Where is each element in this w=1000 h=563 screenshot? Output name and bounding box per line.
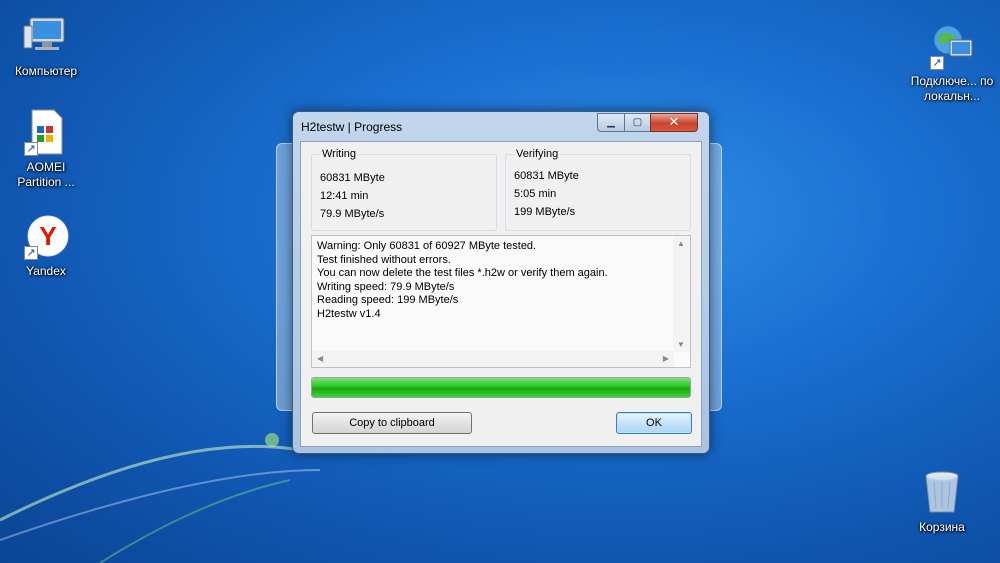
writing-heading: Writing — [321, 148, 358, 160]
writing-group: Writing 60831 MByte 12:41 min 79.9 MByte… — [311, 148, 497, 231]
log-text: Warning: Only 60831 of 60927 MByte teste… — [317, 240, 667, 321]
log-line: You can now delete the test files *.h2w … — [317, 267, 608, 279]
minimize-button[interactable]: ▁ — [597, 113, 625, 132]
verifying-heading: Verifying — [515, 148, 560, 160]
log-textbox[interactable]: Warning: Only 60831 of 60927 MByte teste… — [311, 235, 691, 368]
shortcut-arrow-icon: ↗ — [24, 142, 38, 156]
writing-time: 12:41 min — [320, 190, 369, 202]
scroll-down-icon[interactable]: ▼ — [677, 340, 685, 349]
desktop-icon-network[interactable]: ↗ Подключе... по локальн... — [906, 22, 998, 104]
network-connection-icon: ↗ — [928, 22, 976, 70]
scroll-left-icon[interactable]: ◀ — [317, 354, 323, 363]
desktop-icon-label: Корзина — [919, 520, 965, 534]
log-line: Warning: Only 60831 of 60927 MByte teste… — [317, 240, 537, 252]
dialog-client-area: Writing 60831 MByte 12:41 min 79.9 MByte… — [300, 141, 702, 447]
computer-icon — [22, 12, 70, 60]
svg-text:Y: Y — [39, 221, 56, 251]
verifying-size: 60831 MByte — [514, 170, 579, 182]
desktop-icon-aomei[interactable]: ↗ AOMEI Partition ... — [0, 108, 92, 190]
desktop-icon-label: Подключе... по локальн... — [910, 74, 994, 103]
shortcut-arrow-icon: ↗ — [24, 246, 38, 260]
desktop-icon-yandex[interactable]: Y ↗ Yandex — [0, 212, 92, 279]
horizontal-scrollbar[interactable]: ◀ ▶ — [312, 351, 674, 367]
desktop-icon-computer[interactable]: Компьютер — [0, 12, 92, 79]
verifying-group: Verifying 60831 MByte 5:05 min 199 MByte… — [505, 148, 691, 231]
progress-bar-fill — [312, 378, 690, 397]
h2testw-progress-dialog: H2testw | Progress ▁ ▢ ✕ Writing 60831 M… — [292, 111, 710, 454]
close-button[interactable]: ✕ — [650, 113, 698, 132]
desktop-icon-label: Компьютер — [14, 64, 78, 78]
desktop-icon-recycle-bin[interactable]: Корзина — [896, 468, 988, 535]
writing-speed: 79.9 MByte/s — [320, 208, 385, 220]
progress-bar — [311, 377, 691, 398]
maximize-button[interactable]: ▢ — [624, 113, 651, 132]
verifying-speed: 199 MByte/s — [514, 206, 576, 218]
window-title: H2testw | Progress — [301, 120, 403, 134]
log-line: Test finished without errors. — [317, 253, 451, 266]
recycle-bin-icon — [918, 468, 966, 516]
writing-size: 60831 MByte — [320, 172, 385, 184]
shortcut-arrow-icon: ↗ — [930, 56, 944, 70]
vertical-scrollbar[interactable]: ▲ ▼ — [673, 236, 690, 352]
log-line: Reading speed: 199 MByte/s — [317, 294, 459, 306]
verifying-time: 5:05 min — [514, 188, 557, 200]
ok-button[interactable]: OK — [616, 412, 692, 434]
scroll-up-icon[interactable]: ▲ — [677, 239, 685, 248]
log-line: Writing speed: 79.9 MByte/s — [317, 280, 455, 293]
desktop-icon-label: AOMEI Partition ... — [17, 160, 75, 189]
desktop-icon-label: Yandex — [26, 264, 66, 278]
scroll-right-icon[interactable]: ▶ — [663, 354, 669, 363]
yandex-browser-icon: Y ↗ — [22, 212, 70, 260]
log-line: H2testw v1.4 — [317, 307, 381, 320]
desktop: Компьютер ↗ AOMEI Partition ... Y ↗ Yand… — [0, 0, 1000, 563]
app-window-icon: ↗ — [22, 108, 70, 156]
copy-to-clipboard-button[interactable]: Copy to clipboard — [312, 412, 472, 434]
title-bar[interactable]: H2testw | Progress ▁ ▢ ✕ — [293, 112, 709, 142]
